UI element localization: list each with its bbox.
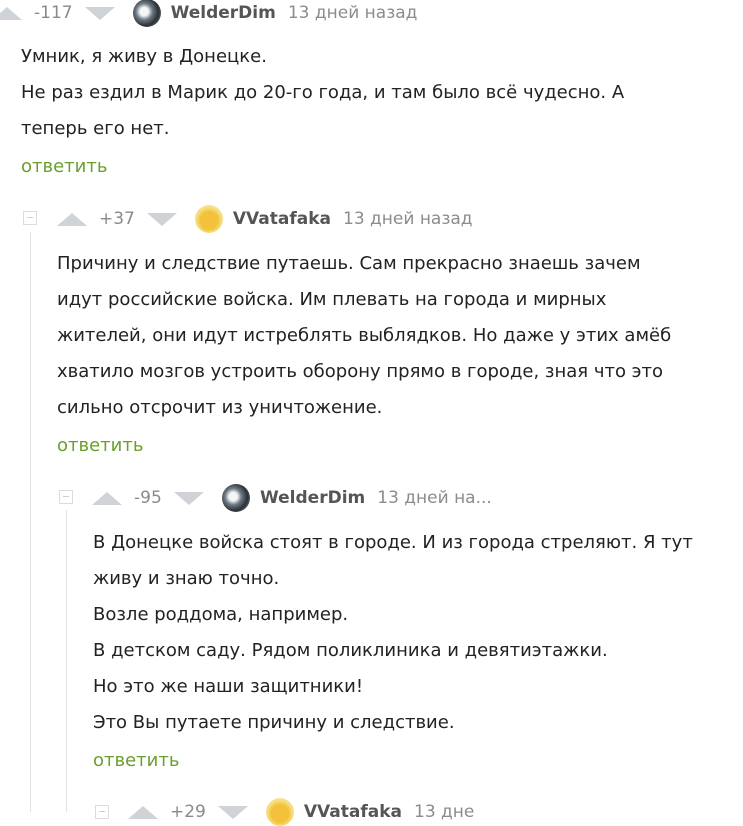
- comment-line: Это Вы путаете причину и следствие.: [93, 712, 455, 733]
- comment-rating: +37: [99, 209, 135, 229]
- upvote-icon[interactable]: [128, 805, 158, 819]
- comment-author[interactable]: WelderDim: [171, 3, 276, 23]
- collapse-thread-button[interactable]: [95, 805, 109, 819]
- comment-author[interactable]: WelderDim: [260, 488, 365, 508]
- comment-author[interactable]: VVatafaka: [233, 209, 331, 229]
- comment-date[interactable]: 13 дне: [414, 802, 474, 822]
- comment-line: В детском саду. Рядом поликлиника и девя…: [93, 640, 608, 661]
- comment-line: В Донецке войска стоят в городе. И из го…: [93, 532, 693, 553]
- comment-author[interactable]: VVatafaka: [304, 802, 402, 822]
- reply-link[interactable]: ответить: [57, 435, 143, 456]
- comment-line: Но это же наши защитники!: [93, 676, 364, 697]
- comment-body: В Донецке войска стоят в городе. И из го…: [93, 525, 733, 741]
- downvote-icon[interactable]: [174, 491, 204, 505]
- collapse-thread-button[interactable]: [23, 211, 37, 225]
- thread-line: [66, 510, 67, 812]
- downvote-icon[interactable]: [146, 212, 177, 226]
- upvote-icon[interactable]: [92, 491, 122, 505]
- reply-link[interactable]: ответить: [93, 750, 179, 771]
- comment-line: сильно отсрочит из уничтожение.: [57, 397, 383, 418]
- downvote-icon[interactable]: [84, 6, 115, 20]
- reply-link[interactable]: ответить: [21, 156, 107, 177]
- comment-header: +29 VVatafaka 13 дне: [128, 798, 474, 826]
- upvote-icon[interactable]: [0, 6, 22, 20]
- comment-header: -117 WelderDim 13 дней назад: [0, 0, 418, 27]
- downvote-icon[interactable]: [217, 805, 248, 819]
- comment-line: Не раз ездил в Марик до 20-го года, и та…: [21, 82, 625, 103]
- avatar[interactable]: [194, 205, 223, 233]
- collapse-thread-button[interactable]: [59, 490, 73, 504]
- comment-line: Причину и следствие путаешь. Сам прекрас…: [57, 253, 641, 274]
- comment-header: -95 WelderDim 13 дней на...: [92, 484, 492, 512]
- avatar[interactable]: [265, 798, 294, 826]
- comment-date[interactable]: 13 дней назад: [343, 209, 473, 229]
- comment-date[interactable]: 13 дней на...: [377, 488, 492, 508]
- comment-rating: -95: [134, 488, 162, 508]
- comment-line: хватило мозгов устроить оборону прямо в …: [57, 361, 664, 382]
- comment-line: живу и знаю точно.: [93, 568, 280, 589]
- comment-rating: +29: [170, 802, 206, 822]
- comment-body: Умник, я живу в Донецке. Не раз ездил в …: [21, 39, 721, 147]
- comment-line: жителей, они идут истреблять выблядков. …: [57, 325, 672, 346]
- thread-line: [30, 232, 31, 812]
- comment-line: Умник, я живу в Донецке.: [21, 46, 267, 67]
- comment-rating: -117: [34, 3, 73, 23]
- comment-line: теперь его нет.: [21, 118, 170, 139]
- comment-body: Причину и следствие путаешь. Сам прекрас…: [57, 246, 727, 426]
- comment-line: Возле роддома, например.: [93, 604, 349, 625]
- avatar[interactable]: [222, 484, 250, 512]
- comment-header: +37 VVatafaka 13 дней назад: [57, 205, 473, 233]
- comment-line: идут российские войска. Им плевать на го…: [57, 289, 607, 310]
- upvote-icon[interactable]: [57, 212, 87, 226]
- avatar[interactable]: [132, 0, 161, 27]
- comment-date[interactable]: 13 дней назад: [288, 3, 418, 23]
